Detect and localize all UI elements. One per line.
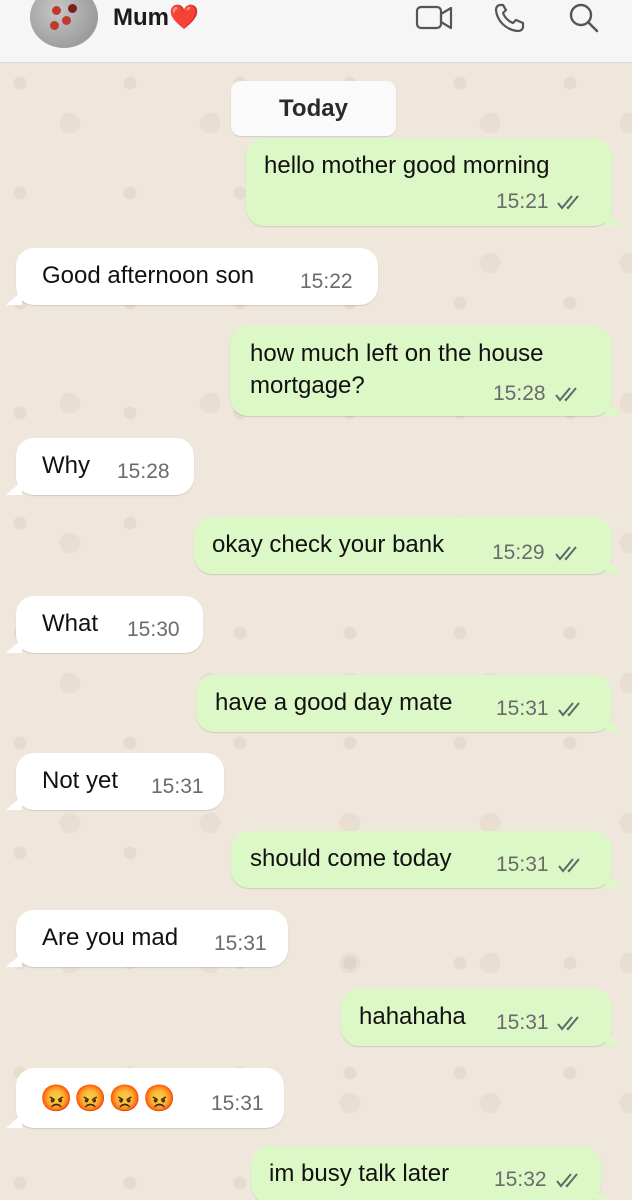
- message-outgoing[interactable]: hello mother good morning 15:21: [246, 138, 622, 226]
- message-text: should come today: [250, 845, 452, 872]
- message-time: 15:31: [214, 932, 267, 955]
- read-ticks-icon: [558, 702, 580, 717]
- contact-avatar[interactable]: [30, 0, 98, 48]
- video-call-icon[interactable]: [414, 2, 454, 34]
- message-time: 15:30: [127, 618, 180, 641]
- message-text: hello mother good morning: [264, 152, 550, 179]
- message-time: 15:22: [300, 270, 353, 293]
- message-text: What: [42, 610, 99, 637]
- message-time: 15:31: [496, 697, 549, 720]
- phone-icon[interactable]: [492, 2, 532, 34]
- message-text: okay check your bank: [212, 531, 445, 558]
- message-incoming[interactable]: 😡😡😡😡 15:31: [6, 1068, 284, 1128]
- chat-header: Mum❤️: [0, 0, 632, 63]
- read-ticks-icon: [558, 858, 580, 873]
- message-time: 15:29: [492, 541, 545, 564]
- read-ticks-icon: [556, 1173, 578, 1188]
- read-ticks-icon: [555, 387, 577, 402]
- message-outgoing[interactable]: im busy talk later 15:32: [251, 1146, 611, 1200]
- message-outgoing[interactable]: have a good day mate 15:31: [196, 675, 622, 732]
- message-text: Are you mad: [42, 924, 179, 951]
- message-time: 15:21: [496, 190, 549, 213]
- chat-area[interactable]: Today hello mother good morning 15:21 Go…: [0, 63, 632, 1200]
- read-ticks-icon: [557, 1016, 579, 1031]
- message-time: 15:31: [151, 775, 204, 798]
- message-text: Why: [42, 452, 90, 479]
- message-incoming[interactable]: Not yet 15:31: [6, 753, 224, 810]
- message-outgoing[interactable]: should come today 15:31: [231, 831, 622, 888]
- message-time: 15:31: [496, 853, 549, 876]
- message-incoming[interactable]: Are you mad 15:31: [6, 910, 288, 967]
- message-outgoing[interactable]: how much left on the house mortgage? 15:…: [230, 326, 622, 416]
- message-time: 15:31: [496, 1011, 549, 1034]
- message-text: Not yet: [42, 767, 119, 794]
- message-outgoing[interactable]: hahahaha 15:31: [341, 989, 622, 1046]
- message-incoming[interactable]: Good afternoon son 15:22: [6, 248, 378, 305]
- read-ticks-icon: [555, 546, 577, 561]
- message-incoming[interactable]: Why 15:28: [6, 438, 194, 495]
- message-time: 15:28: [493, 382, 546, 405]
- contact-name[interactable]: Mum❤️: [113, 3, 199, 32]
- message-time: 15:28: [117, 460, 170, 483]
- message-emoji: 😡😡😡😡: [40, 1083, 178, 1113]
- message-text: have a good day mate: [215, 689, 453, 716]
- search-icon[interactable]: [566, 2, 606, 34]
- message-incoming[interactable]: What 15:30: [6, 596, 203, 653]
- message-outgoing[interactable]: okay check your bank 15:29: [194, 517, 622, 574]
- date-chip: Today: [231, 81, 396, 136]
- message-time: 15:31: [211, 1092, 264, 1115]
- message-text: Good afternoon son: [42, 262, 255, 289]
- message-text: hahahaha: [359, 1003, 466, 1030]
- read-ticks-icon: [557, 195, 579, 210]
- message-time: 15:32: [494, 1168, 547, 1191]
- message-text: im busy talk later: [269, 1160, 450, 1187]
